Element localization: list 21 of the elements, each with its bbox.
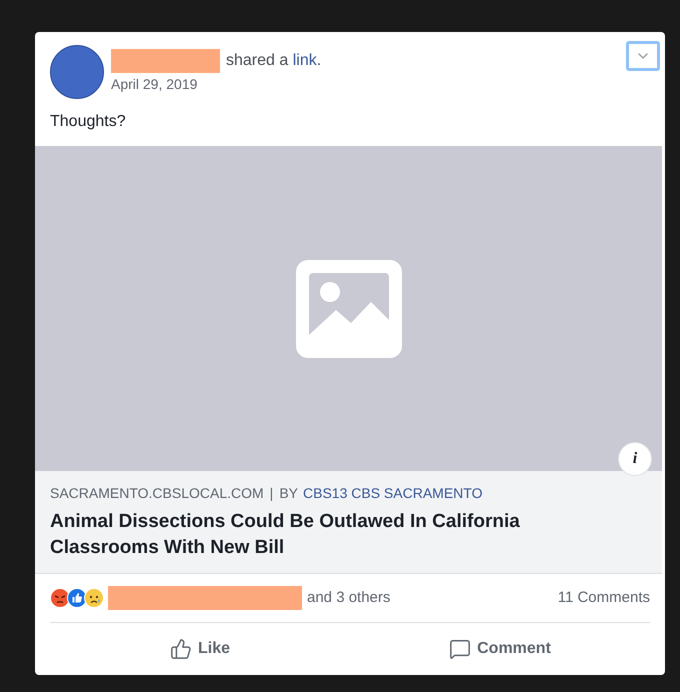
action-button[interactable]: Like [50,623,350,675]
action-button[interactable]: Comment [350,623,650,675]
post-message: Thoughts? [49,112,127,132]
link-image-placeholder[interactable] [35,146,662,471]
thumbs-up-icon [170,638,192,660]
link-preview-panel[interactable]: SACRAMENTO.CBSLOCAL.COM | BY CBS13 CBS SACRAMENTO Animal Dissections Could Be Outlawed In California Classrooms With New Bill [35,471,662,574]
image-placeholder-icon [296,260,402,358]
link-domain: SACRAMENTO.CBSLOCAL.COM [50,484,264,503]
avatar[interactable] [50,45,104,99]
author-link[interactable]: CBS13 CBS SACRAMENTO [303,483,482,504]
by-label: BY [279,484,298,503]
link-title[interactable]: Animal Dissections Could Be Outlawed In California Classrooms With New Bill [50,509,570,561]
sad-emoji-icon [84,588,104,608]
speech-bubble-icon [449,638,472,660]
comments-count[interactable]: 11 Comments [558,586,650,610]
post-date[interactable]: April 29, 2019 [111,74,322,95]
separator: | [270,484,274,503]
reaction-others[interactable]: and 3 others [307,586,390,610]
link-link[interactable]: link [292,52,317,69]
post-menu-button[interactable] [626,41,660,71]
share-line: shared a link. [226,51,322,71]
